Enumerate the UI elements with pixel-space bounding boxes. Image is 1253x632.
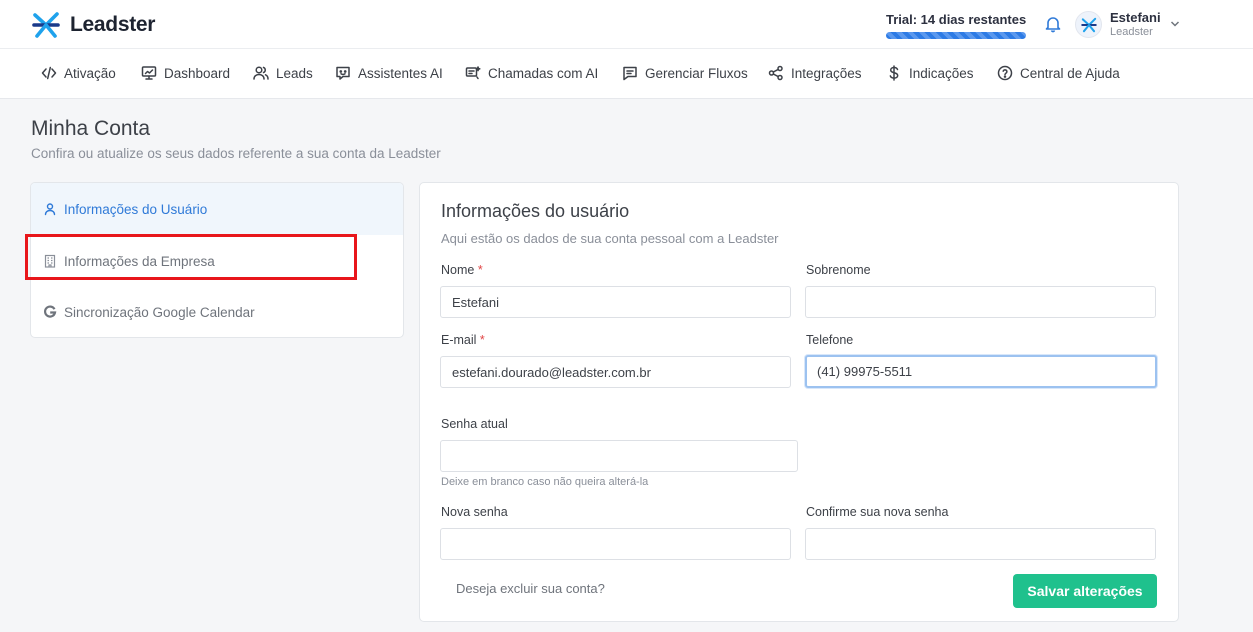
trial-text: Trial: 14 dias restantes <box>886 12 1027 27</box>
avatar-logo-icon <box>1080 17 1097 32</box>
side-item-google-calendar[interactable]: Sincronização Google Calendar <box>31 286 403 337</box>
account-side-menu: Informações do Usuário Informações da Em… <box>30 182 404 338</box>
trial-progress-bar <box>886 32 1026 39</box>
trial-indicator: Trial: 14 dias restantes <box>886 12 1026 39</box>
leadster-logo-icon <box>32 12 60 38</box>
dollar-icon <box>889 65 899 81</box>
user-name[interactable]: Estefani <box>1110 10 1161 25</box>
required-mark: * <box>477 263 483 277</box>
side-item-label: Informações da Empresa <box>64 253 215 269</box>
chat-bot-icon <box>336 66 350 80</box>
brand-name: Leadster <box>70 13 156 36</box>
nav-label: Leads <box>276 65 313 81</box>
google-icon <box>44 305 57 318</box>
help-circle-icon <box>997 65 1013 81</box>
side-item-label: Informações do Usuário <box>64 201 208 217</box>
nav-label: Gerenciar Fluxos <box>645 65 748 81</box>
nav-label: Chamadas com AI <box>488 65 599 81</box>
users-icon <box>253 66 269 80</box>
nav-item-integracoes[interactable]: Integrações <box>768 63 862 83</box>
nova-senha-input[interactable] <box>440 528 791 560</box>
building-icon <box>44 254 56 268</box>
confirme-senha-label: Confirme sua nova senha <box>806 505 949 519</box>
nav-item-ativacao[interactable]: Ativação <box>41 63 116 83</box>
nav-item-assistentes-ai[interactable]: Assistentes AI <box>335 63 443 83</box>
user-info-form: Informações do usuário Aqui estão os dad… <box>419 182 1179 622</box>
user-icon <box>44 203 56 216</box>
user-organization: Leadster <box>1110 26 1153 38</box>
nav-label: Central de Ajuda <box>1020 65 1120 81</box>
nav-item-chamadas-com-ai[interactable]: Chamadas com AI <box>465 63 598 83</box>
form-title: Informações do usuário <box>441 201 630 221</box>
telefone-label: Telefone <box>806 333 854 347</box>
nome-label-text: Nome <box>441 263 475 277</box>
page-subtitle: Confira ou atualize os seus dados refere… <box>31 146 441 161</box>
email-label: E-mail * <box>441 333 485 347</box>
required-mark: * <box>479 333 485 347</box>
notification-bell-icon[interactable] <box>1045 15 1061 33</box>
nome-label: Nome * <box>441 263 483 277</box>
nav-item-gerenciar-fluxos[interactable]: Gerenciar Fluxos <box>622 63 748 83</box>
email-label-text: E-mail <box>441 333 477 347</box>
form-subtitle: Aqui estão os dados de sua conta pessoal… <box>441 231 779 246</box>
side-item-label: Sincronização Google Calendar <box>64 304 255 320</box>
side-item-informacoes-empresa[interactable]: Informações da Empresa <box>31 235 403 287</box>
message-square-icon <box>623 66 637 81</box>
save-changes-button[interactable]: Salvar alterações <box>1013 574 1157 608</box>
nome-input[interactable] <box>440 286 791 318</box>
avatar[interactable] <box>1075 11 1102 38</box>
nav-item-indicacoes[interactable]: Indicações <box>886 63 974 83</box>
brand-logo[interactable]: Leadster <box>30 10 155 40</box>
email-input[interactable] <box>440 356 791 388</box>
share-nodes-icon <box>768 65 783 81</box>
nav-label: Ativação <box>64 65 116 81</box>
ai-call-icon <box>465 66 481 80</box>
sobrenome-input[interactable] <box>805 286 1156 318</box>
code-icon <box>41 66 57 80</box>
nav-item-central-de-ajuda[interactable]: Central de Ajuda <box>997 63 1120 83</box>
confirme-senha-input[interactable] <box>805 528 1156 560</box>
chevron-down-icon[interactable] <box>1170 20 1180 28</box>
nova-senha-label: Nova senha <box>441 505 508 519</box>
side-item-informacoes-usuario[interactable]: Informações do Usuário <box>31 183 403 235</box>
page-title: Minha Conta <box>31 117 151 140</box>
senha-atual-label: Senha atual <box>441 417 508 431</box>
telefone-input[interactable] <box>805 355 1157 388</box>
sobrenome-label: Sobrenome <box>806 263 871 277</box>
top-bar: Leadster Trial: 14 dias restantes Estefa… <box>0 0 1253 49</box>
nav-item-dashboard[interactable]: Dashboard <box>141 63 230 83</box>
nav-label: Indicações <box>909 65 974 81</box>
nav-label: Assistentes AI <box>358 65 443 81</box>
nav-label: Dashboard <box>164 65 231 81</box>
monitor-icon <box>141 66 157 80</box>
senha-atual-hint: Deixe em branco caso não queira alterá-l… <box>441 476 649 488</box>
senha-atual-input[interactable] <box>440 440 798 472</box>
nav-label: Integrações <box>791 65 862 81</box>
delete-account-link[interactable]: Deseja excluir sua conta? <box>456 581 605 596</box>
nav-item-leads[interactable]: Leads <box>253 63 313 83</box>
main-nav: Ativação Dashboard Leads Assistentes AI … <box>0 49 1253 99</box>
